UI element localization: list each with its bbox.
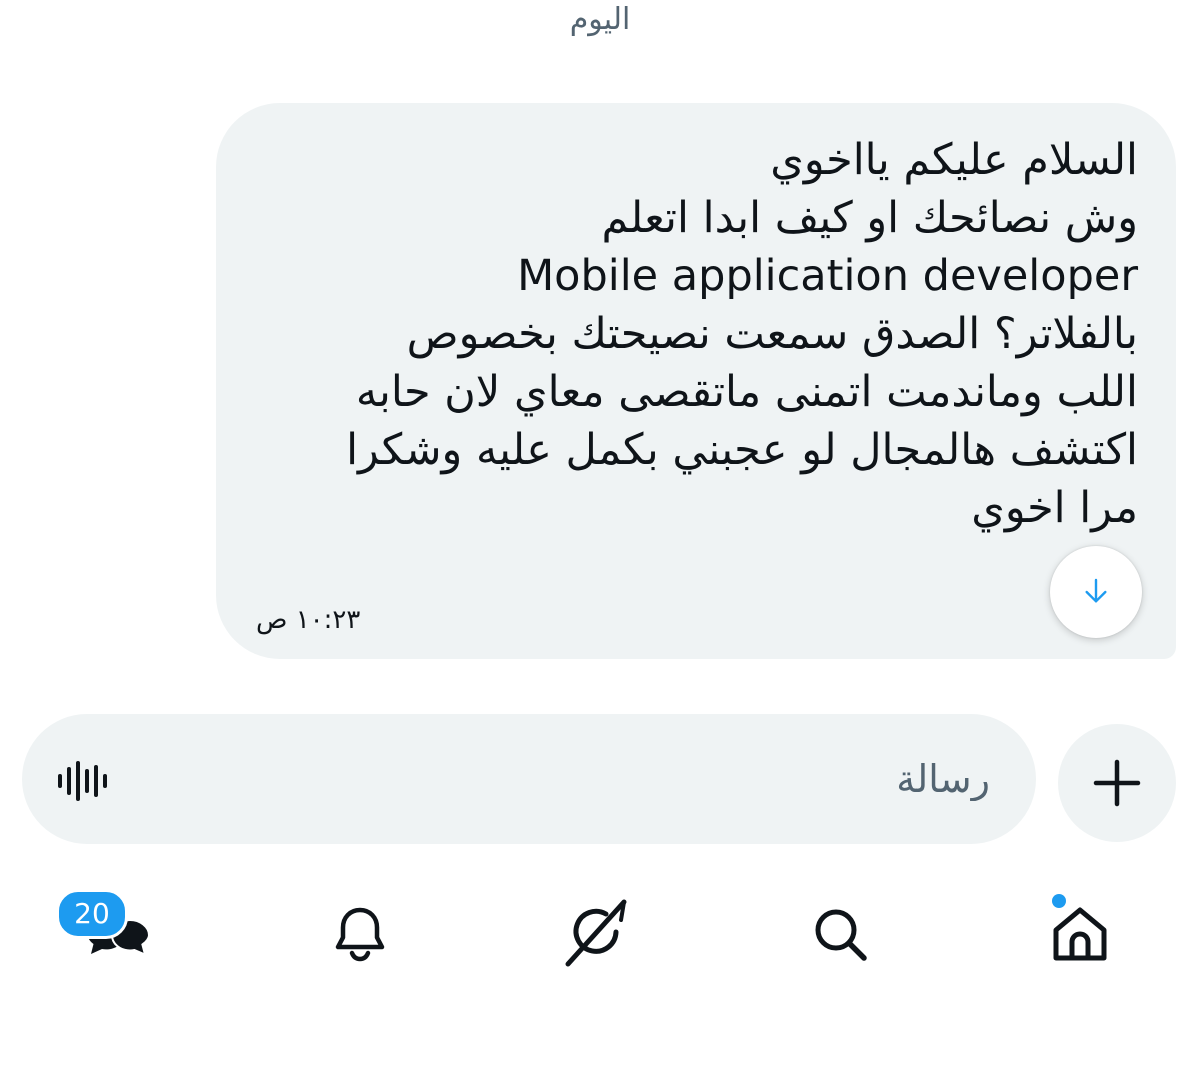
message-line: مرا اخوي (971, 483, 1138, 533)
message-timestamp: ١٠:٢٣ ص (256, 605, 361, 635)
add-attachment-button[interactable] (1058, 724, 1176, 842)
nav-notifications[interactable] (320, 896, 400, 972)
search-icon (815, 909, 867, 961)
message-line: اللب وماندمت اتمنى ماتقصى معاي لان حابه (355, 367, 1138, 417)
nav-search[interactable] (800, 896, 880, 972)
message-line: Mobile application developer (517, 251, 1138, 301)
nav-home[interactable] (1040, 896, 1120, 972)
message-composer (22, 714, 1036, 844)
plus-icon (1093, 759, 1141, 807)
home-icon (1053, 907, 1107, 961)
bell-icon (335, 907, 385, 962)
home-unread-dot (1052, 894, 1066, 908)
message-line: وش نصائحك او كيف ابدا اتعلم (601, 193, 1138, 243)
arrow-down-icon (1085, 578, 1107, 603)
message-line: اكتشف هالمجال لو عجبني بكمل عليه وشكرا (346, 425, 1138, 475)
waveform-icon (58, 761, 107, 801)
message-bubble[interactable]: السلام عليكم يااخوي وش نصائحك او كيف ابدا… (216, 103, 1176, 659)
message-line: السلام عليكم يااخوي (770, 135, 1138, 185)
voice-message-button[interactable] (52, 756, 112, 806)
scroll-to-bottom-button[interactable] (1050, 546, 1142, 638)
message-line: بالفلاتر؟ الصدق سمعت نصيحتك بخصوص (406, 309, 1138, 359)
message-text: السلام عليكم يااخوي وش نصائحك او كيف ابدا… (238, 131, 1138, 537)
date-separator: اليوم (569, 2, 631, 37)
grok-icon (565, 899, 627, 967)
unread-messages-badge: 20 (56, 889, 128, 939)
message-input[interactable] (290, 752, 990, 806)
nav-grok[interactable] (556, 896, 636, 972)
